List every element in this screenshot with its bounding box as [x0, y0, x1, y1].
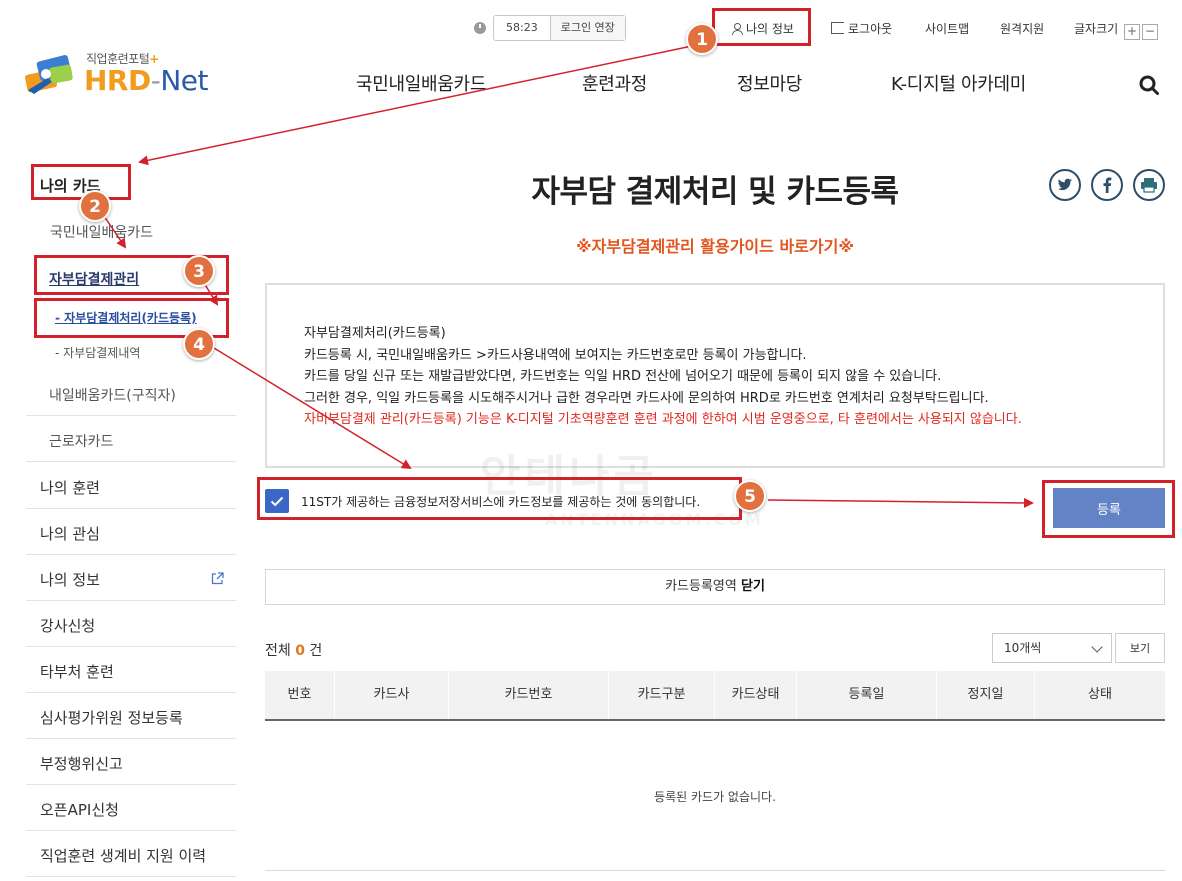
facebook-icon	[1103, 177, 1112, 193]
table-bottom-line	[265, 870, 1165, 871]
info-line: 자부담결제처리(카드등록)	[304, 326, 446, 341]
column-header: 상태	[1088, 687, 1112, 702]
chevron-down-icon	[1091, 641, 1103, 653]
sidebar-item-other-ministry[interactable]: 타부처 훈련	[40, 661, 114, 682]
print-icon	[1141, 178, 1157, 193]
column-header: 카드번호	[449, 671, 609, 719]
info-notice-text: 자부담결제처리(카드등록) 카드등록 시, 국민내일배움카드 >카드사용내역에 …	[304, 323, 1022, 431]
card-area-toggle[interactable]: 닫기	[741, 579, 765, 594]
column-header: 번호	[265, 671, 335, 719]
sidebar-item-living-cost[interactable]: 직업훈련 생계비 지원 이력	[40, 845, 206, 866]
empty-table-message: 등록된 카드가 없습니다.	[654, 790, 776, 804]
facebook-share-button[interactable]	[1091, 169, 1123, 201]
font-decrease-button[interactable]: −	[1142, 24, 1158, 40]
sidebar-item-misconduct-report[interactable]: 부정행위신고	[40, 753, 123, 774]
font-size-control: 글자크기 + −	[1074, 20, 1158, 40]
card-table-header: 번호 카드사 카드번호 카드구분 카드상태 등록일 정지일 상태	[265, 671, 1165, 721]
total-count: 전체 0 건	[265, 643, 323, 659]
info-line: 카드등록 시, 국민내일배움카드 >카드사용내역에 보여지는 카드번호로만 등록…	[304, 347, 807, 363]
highlight-box-agree	[257, 477, 742, 520]
column-header: 정지일	[937, 671, 1035, 719]
info-line: 카드를 당일 신규 또는 재발급받았다면, 카드번호는 익일 HRD 전산에 넘…	[304, 369, 942, 384]
timer-value: 58:23	[494, 16, 551, 40]
sidebar-divider	[26, 600, 236, 601]
step-badge-3: 3	[183, 255, 215, 287]
highlight-box-my-card	[31, 164, 131, 200]
extend-login-button[interactable]: 로그인 연장	[550, 16, 625, 40]
logo-mark-icon	[25, 55, 73, 94]
twitter-icon	[1057, 178, 1072, 191]
sidebar-divider	[26, 554, 236, 555]
highlight-box-register	[1042, 480, 1175, 538]
sidebar-divider	[26, 508, 236, 509]
page-size-select[interactable]: 10개씩	[992, 633, 1112, 663]
twitter-share-button[interactable]	[1049, 169, 1081, 201]
sidebar-divider	[26, 784, 236, 785]
session-timer: 58:23 로그인 연장	[474, 15, 626, 41]
highlight-box-my-info	[712, 8, 811, 46]
sidebar-divider	[26, 461, 236, 462]
logout-link[interactable]: 로그아웃	[831, 20, 892, 37]
sidebar-divider	[26, 415, 236, 416]
sidebar-item-my-training[interactable]: 나의 훈련	[40, 477, 100, 498]
info-warning: 자비부담결제 관리(카드등록) 기능은 K-디지털 기초역량훈련 훈련 과정에 …	[304, 412, 1022, 427]
logout-icon	[831, 22, 844, 34]
step-badge-1: 1	[686, 23, 718, 55]
card-area-toggle-bar[interactable]: 카드등록영역 닫기	[265, 569, 1165, 605]
sidebar-item-jobseeker-card[interactable]: 내일배움카드(구직자)	[49, 385, 176, 405]
gnb-learning-card[interactable]: 국민내일배움카드	[356, 70, 486, 96]
sidebar-divider	[26, 646, 236, 647]
column-header: 카드사	[335, 671, 449, 719]
info-notice-box: 자부담결제처리(카드등록) 카드등록 시, 국민내일배움카드 >카드사용내역에 …	[265, 283, 1165, 468]
column-header: 카드상태	[715, 671, 797, 719]
search-icon[interactable]	[1139, 75, 1159, 95]
info-line: 그러한 경우, 익일 카드등록을 시도해주시거나 급한 경우라면 카드사에 문의…	[304, 390, 989, 406]
print-button[interactable]	[1133, 169, 1165, 201]
gnb-k-digital[interactable]: K-디지털 아카데미	[891, 70, 1026, 96]
guide-link[interactable]: ※자부담결제관리 활용가이드 바로가기※	[265, 233, 1165, 257]
step-badge-5: 5	[734, 480, 766, 512]
sidebar-item-worker-card[interactable]: 근로자카드	[49, 431, 113, 451]
sitemap-link[interactable]: 사이트맵	[925, 20, 969, 37]
remote-support-link[interactable]: 원격지원	[1000, 20, 1044, 37]
view-button[interactable]: 보기	[1115, 633, 1165, 663]
step-badge-2: 2	[79, 190, 111, 222]
sidebar-item-instructor-apply[interactable]: 강사신청	[40, 615, 95, 636]
gnb-courses[interactable]: 훈련과정	[582, 70, 647, 96]
sidebar-item-evaluator-register[interactable]: 심사평가위원 정보등록	[40, 707, 183, 728]
external-link-icon	[211, 572, 224, 585]
font-increase-button[interactable]: +	[1124, 24, 1140, 40]
sidebar-item-my-info[interactable]: 나의 정보	[40, 569, 100, 590]
sidebar-divider	[26, 692, 236, 693]
sidebar-item-national-card[interactable]: 국민내일배움카드	[50, 222, 153, 242]
card-area-label: 카드등록영역	[665, 579, 737, 594]
column-header: 등록일	[797, 671, 937, 719]
sidebar-divider	[26, 830, 236, 831]
page-title: 자부담 결제처리 및 카드등록	[531, 174, 899, 210]
sidebar-item-payment-history[interactable]: - 자부담결제내역	[55, 344, 140, 361]
column-header: 카드구분	[609, 671, 715, 719]
logo-wordmark: HRD-Net	[84, 64, 209, 97]
clock-icon	[474, 22, 486, 34]
step-badge-4: 4	[183, 328, 215, 360]
sidebar-divider	[26, 876, 236, 877]
gnb-info[interactable]: 정보마당	[737, 70, 802, 96]
total-count-value: 0	[295, 643, 305, 659]
sidebar-divider	[26, 738, 236, 739]
hrd-net-logo[interactable]: 직업훈련포털+ HRD-Net	[24, 48, 224, 100]
sidebar-item-my-interest[interactable]: 나의 관심	[40, 523, 100, 544]
sidebar-item-open-api[interactable]: 오픈API신청	[40, 799, 119, 820]
